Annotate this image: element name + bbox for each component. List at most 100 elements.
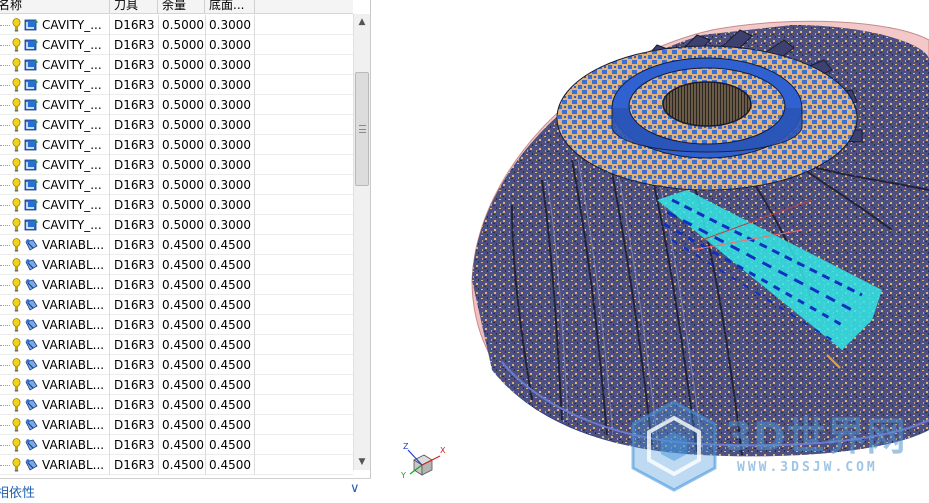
tree-connector — [0, 225, 10, 226]
vertical-scrollbar[interactable]: ▲ ▼ — [353, 14, 370, 470]
scroll-up-arrow-icon[interactable]: ▲ — [354, 14, 370, 30]
operation-row[interactable]: CAVITY_... D16R3 0.5000 0.3000 — [0, 135, 353, 155]
operation-row[interactable]: VARIABL... D16R3 0.4500 0.4500 — [0, 235, 353, 255]
operation-row[interactable]: CAVITY_... D16R3 0.5000 0.3000 — [0, 35, 353, 55]
operation-row[interactable]: VARIABL... D16R3 0.4500 0.4500 — [0, 355, 353, 375]
operation-row[interactable]: VARIABL... D16R3 0.4500 0.4500 — [0, 275, 353, 295]
column-divider — [158, 455, 159, 475]
operation-row[interactable]: VARIABL... D16R3 0.4500 0.4500 — [0, 395, 353, 415]
operation-row[interactable]: VARIABL... D16R3 0.4500 0.4500 — [0, 255, 353, 275]
tree-connector — [0, 365, 10, 366]
operation-tool: D16R3 — [114, 158, 155, 172]
lightbulb-status-icon — [12, 258, 21, 272]
operation-tool: D16R3 — [114, 178, 155, 192]
tree-connector — [0, 345, 10, 346]
variable-contour-icon — [24, 358, 39, 372]
operation-row[interactable]: VARIABL... D16R3 0.4500 0.4500 — [0, 455, 353, 475]
column-divider — [254, 175, 255, 195]
lightbulb-status-icon — [12, 78, 21, 92]
column-header-name[interactable]: 名称 — [0, 0, 110, 14]
operation-tool: D16R3 — [114, 198, 155, 212]
column-divider — [158, 155, 159, 175]
operation-row[interactable]: CAVITY_... D16R3 0.5000 0.3000 — [0, 55, 353, 75]
operation-row[interactable]: VARIABL... D16R3 0.4500 0.4500 — [0, 415, 353, 435]
operation-name: VARIABL... — [42, 378, 105, 392]
operation-tool: D16R3 — [114, 398, 155, 412]
column-divider — [205, 375, 206, 395]
operation-row[interactable]: CAVITY_... D16R3 0.5000 0.3000 — [0, 115, 353, 135]
scrollbar-thumb[interactable] — [355, 72, 369, 186]
operation-row[interactable]: CAVITY_... D16R3 0.5000 0.3000 — [0, 155, 353, 175]
operation-tool: D16R3 — [114, 338, 155, 352]
operation-row[interactable]: VARIABL... D16R3 0.4500 0.4500 — [0, 375, 353, 395]
operation-name: VARIABL... — [42, 358, 105, 372]
tree-connector — [0, 385, 10, 386]
operation-tool: D16R3 — [114, 318, 155, 332]
column-divider — [254, 135, 255, 155]
cavity-mill-icon — [24, 18, 39, 32]
operation-stock: 0.5000 — [162, 218, 204, 232]
scroll-down-arrow-icon[interactable]: ▼ — [354, 454, 370, 470]
operation-row[interactable]: CAVITY_... D16R3 0.5000 0.3000 — [0, 175, 353, 195]
column-divider — [158, 135, 159, 155]
dependencies-panel-header[interactable]: 相依性 ∨ — [0, 478, 371, 503]
operation-tool: D16R3 — [114, 238, 155, 252]
operation-floor-stock: 0.4500 — [209, 258, 251, 272]
operation-stock: 0.4500 — [162, 378, 204, 392]
column-divider — [158, 115, 159, 135]
graphics-viewport[interactable]: X Y Z 3D世界网 WWW.3DSJW.COM — [372, 0, 929, 503]
operation-floor-stock: 0.4500 — [209, 438, 251, 452]
lightbulb-status-icon — [12, 338, 21, 352]
operation-tool: D16R3 — [114, 418, 155, 432]
operation-row[interactable]: CAVITY_... D16R3 0.5000 0.3000 — [0, 15, 353, 35]
column-divider — [109, 395, 110, 415]
axis-triad-icon: X Y Z — [400, 442, 446, 480]
operation-row[interactable]: CAVITY_... D16R3 0.5000 0.3000 — [0, 215, 353, 235]
operation-stock: 0.4500 — [162, 438, 204, 452]
operation-floor-stock: 0.3000 — [209, 198, 251, 212]
column-divider — [254, 355, 255, 375]
lightbulb-status-icon — [12, 38, 21, 52]
column-header-floor[interactable]: 底面... — [205, 0, 255, 14]
tree-connector — [0, 145, 10, 146]
operation-floor-stock: 0.4500 — [209, 298, 251, 312]
cavity-mill-icon — [24, 78, 39, 92]
column-header-tool[interactable]: 刀具 — [110, 0, 158, 14]
operation-name: VARIABL... — [42, 278, 105, 292]
operation-stock: 0.5000 — [162, 58, 204, 72]
column-divider — [254, 375, 255, 395]
lightbulb-status-icon — [12, 198, 21, 212]
operation-name: CAVITY_... — [42, 18, 102, 32]
column-divider — [205, 175, 206, 195]
operation-row[interactable]: VARIABL... D16R3 0.4500 0.4500 — [0, 335, 353, 355]
column-divider — [254, 455, 255, 475]
operation-name: CAVITY_... — [42, 218, 102, 232]
operation-row[interactable]: VARIABL... D16R3 0.4500 0.4500 — [0, 315, 353, 335]
column-header-stock[interactable]: 余量 — [158, 0, 205, 14]
operation-row[interactable]: VARIABL... D16R3 0.4500 0.4500 — [0, 295, 353, 315]
column-divider — [205, 275, 206, 295]
watermark: 3D世界网 WWW.3DSJW.COM — [627, 396, 927, 496]
column-divider — [109, 175, 110, 195]
tree-connector — [0, 265, 10, 266]
operation-row[interactable]: CAVITY_... D16R3 0.5000 0.3000 — [0, 95, 353, 115]
operation-floor-stock: 0.4500 — [209, 238, 251, 252]
column-divider — [109, 215, 110, 235]
tree-connector — [0, 165, 10, 166]
column-divider — [205, 135, 206, 155]
operation-row[interactable]: CAVITY_... D16R3 0.5000 0.3000 — [0, 75, 353, 95]
column-divider — [254, 35, 255, 55]
operation-floor-stock: 0.4500 — [209, 278, 251, 292]
operation-name: CAVITY_... — [42, 158, 102, 172]
operation-name: CAVITY_... — [42, 78, 102, 92]
app-window: 名称 刀具 余量 底面... CAVITY_... D16R3 0.5000 0.30… — [0, 0, 929, 503]
variable-contour-icon — [24, 318, 39, 332]
column-divider — [109, 315, 110, 335]
tree-connector — [0, 45, 10, 46]
tree-connector — [0, 125, 10, 126]
operation-row[interactable]: CAVITY_... D16R3 0.5000 0.3000 — [0, 195, 353, 215]
operation-stock: 0.5000 — [162, 118, 204, 132]
operation-row[interactable]: VARIABL... D16R3 0.4500 0.4500 — [0, 435, 353, 455]
tree-connector — [0, 205, 10, 206]
chevron-down-icon[interactable]: ∨ — [350, 481, 360, 496]
